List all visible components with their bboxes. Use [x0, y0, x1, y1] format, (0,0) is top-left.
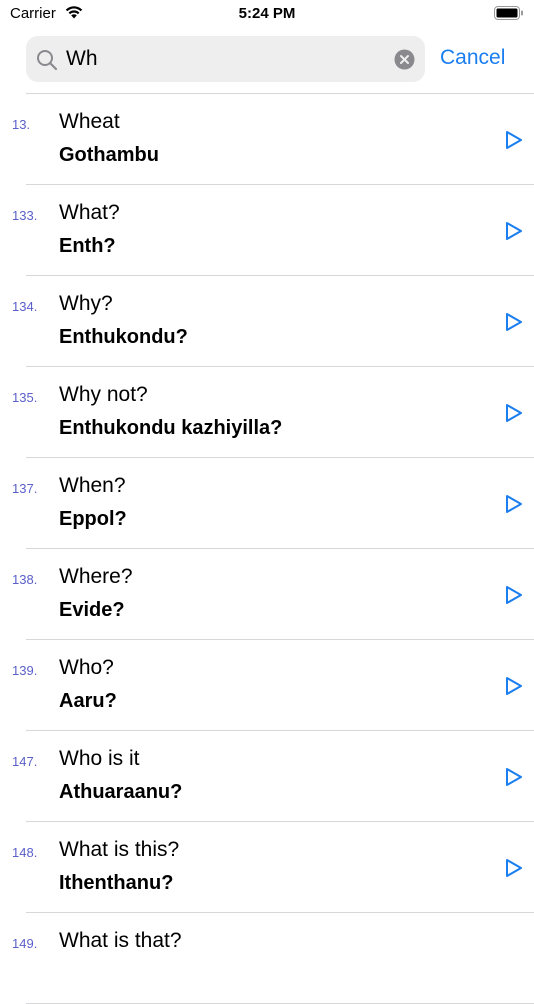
- phrase-number: 148.: [12, 845, 38, 860]
- play-icon[interactable]: [502, 402, 524, 424]
- play-icon[interactable]: [502, 766, 524, 788]
- play-icon[interactable]: [502, 220, 524, 242]
- play-icon[interactable]: [502, 493, 524, 515]
- phrase-number: 149.: [12, 936, 38, 951]
- malayalam-phrase: Athuaraanu?: [59, 781, 183, 803]
- list-item[interactable]: 135. Why not? Enthukondu kazhiyilla?: [12, 367, 534, 458]
- list-item[interactable]: 147. Who is it Athuaraanu?: [12, 731, 534, 822]
- phrase-number: 147.: [12, 754, 38, 769]
- list-item[interactable]: 139. Who? Aaru?: [12, 640, 534, 731]
- cancel-button[interactable]: Cancel: [440, 46, 505, 70]
- play-icon[interactable]: [502, 129, 524, 151]
- play-icon[interactable]: [502, 584, 524, 606]
- english-phrase: What is this?: [59, 838, 180, 861]
- play-icon[interactable]: [502, 311, 524, 333]
- phrase-number: 133.: [12, 208, 38, 223]
- phrase-number: 135.: [12, 390, 38, 405]
- phrase-number: 134.: [12, 299, 38, 314]
- english-phrase: Where?: [59, 565, 133, 588]
- malayalam-phrase: Gothambu: [59, 144, 159, 166]
- list-item[interactable]: 149. What is that?: [12, 913, 534, 1004]
- list-item[interactable]: 133. What? Enth?: [12, 185, 534, 276]
- english-phrase: When?: [59, 474, 126, 497]
- play-icon[interactable]: [502, 857, 524, 879]
- phrase-number: 13.: [12, 117, 31, 132]
- results-list: 13. Wheat Gothambu 133. What? Enth? 134.…: [0, 94, 534, 1004]
- malayalam-phrase: Enth?: [59, 235, 116, 257]
- search-field-container[interactable]: [26, 36, 425, 82]
- phrase-number: 139.: [12, 663, 38, 678]
- english-phrase: Wheat: [59, 110, 120, 133]
- clock: 5:24 PM: [238, 5, 296, 22]
- english-phrase: What?: [59, 201, 120, 224]
- malayalam-phrase: Evide?: [59, 599, 125, 621]
- malayalam-phrase: Ithenthanu?: [59, 872, 174, 894]
- list-item[interactable]: 13. Wheat Gothambu: [12, 94, 534, 185]
- clear-search-icon[interactable]: [394, 49, 415, 75]
- list-item[interactable]: 134. Why? Enthukondu?: [12, 276, 534, 367]
- phrase-number: 138.: [12, 572, 38, 587]
- list-item[interactable]: 138. Where? Evide?: [12, 549, 534, 640]
- english-phrase: Why?: [59, 292, 113, 315]
- play-icon[interactable]: [502, 675, 524, 697]
- english-phrase: Why not?: [59, 383, 148, 406]
- search-input[interactable]: [66, 44, 376, 74]
- battery-icon: [494, 6, 524, 26]
- malayalam-phrase: Eppol?: [59, 508, 127, 530]
- malayalam-phrase: Enthukondu?: [59, 326, 188, 348]
- malayalam-phrase: Aaru?: [59, 690, 117, 712]
- list-item[interactable]: 148. What is this? Ithenthanu?: [12, 822, 534, 913]
- english-phrase: What is that?: [59, 929, 182, 952]
- search-icon: [36, 49, 58, 76]
- english-phrase: Who is it: [59, 747, 140, 770]
- list-item[interactable]: 137. When? Eppol?: [12, 458, 534, 549]
- phrase-number: 137.: [12, 481, 38, 496]
- english-phrase: Who?: [59, 656, 114, 679]
- search-bar: Cancel: [0, 36, 534, 84]
- status-bar: Carrier 5:24 PM: [0, 0, 534, 30]
- malayalam-phrase: Enthukondu kazhiyilla?: [59, 417, 283, 439]
